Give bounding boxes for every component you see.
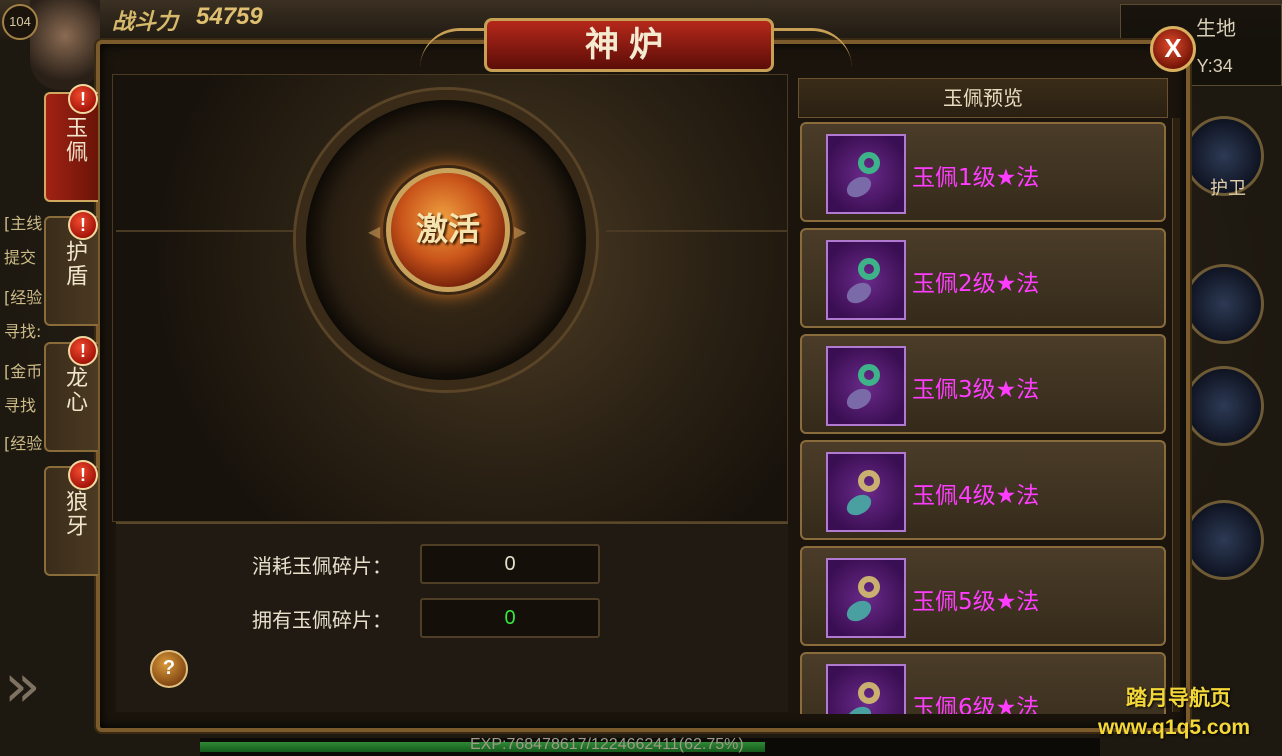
- tab-label: 龙心: [62, 366, 87, 414]
- alert-icon: !: [68, 210, 98, 240]
- quest-line[interactable]: 提交: [4, 244, 36, 268]
- arrow-right-ornament-icon: ▶: [514, 222, 527, 241]
- exp-text: EXP:768478617/1224662411(62.75%): [470, 736, 744, 753]
- watermark-url: www.q1q5.com: [1098, 716, 1251, 739]
- guard-label: 护卫: [1210, 178, 1246, 199]
- owned-fragments-label: 拥有玉佩碎片：: [252, 608, 392, 632]
- item-name: 玉佩3级★法: [912, 377, 1040, 403]
- quest-line[interactable]: [经验: [4, 430, 42, 454]
- decorative-line: [606, 230, 788, 232]
- preview-item[interactable]: 玉佩1级★法: [800, 122, 1166, 222]
- tab-label: 玉佩: [62, 116, 87, 164]
- item-name: 玉佩1级★法: [912, 165, 1040, 191]
- cost-fragments-label: 消耗玉佩碎片：: [252, 554, 392, 578]
- alert-icon: !: [68, 84, 98, 114]
- preview-item[interactable]: 玉佩2级★法: [800, 228, 1166, 328]
- combat-power-value: 54759: [196, 3, 263, 30]
- gold-pendant-icon: [826, 452, 906, 532]
- watermark-title: 踏月导航页: [1126, 686, 1231, 710]
- item-name: 玉佩4级★法: [912, 483, 1040, 509]
- expand-chevron-icon[interactable]: »: [4, 646, 56, 726]
- quest-line[interactable]: 寻找: [4, 392, 36, 416]
- tab-label: 狼牙: [62, 490, 87, 538]
- quest-line[interactable]: [主线: [4, 210, 42, 234]
- activate-button[interactable]: 激活: [386, 168, 510, 292]
- alert-icon: !: [68, 460, 98, 490]
- player-avatar[interactable]: [30, 0, 100, 90]
- gold-pendant-icon: [826, 664, 906, 714]
- quest-line[interactable]: [金币: [4, 358, 42, 382]
- quest-line[interactable]: [经验: [4, 284, 42, 308]
- jade-pendant-icon: [826, 240, 906, 320]
- item-name: 玉佩6级★法: [912, 695, 1040, 714]
- player-level-badge: 104: [2, 4, 38, 40]
- skill-slot-button[interactable]: [1184, 264, 1264, 344]
- cost-fragments-value: 0: [420, 544, 600, 584]
- item-name: 玉佩2级★法: [912, 271, 1040, 297]
- preview-header: 玉佩预览: [798, 78, 1168, 118]
- decorative-line: [116, 230, 296, 232]
- quest-line[interactable]: 寻找:: [4, 318, 41, 342]
- preview-item[interactable]: 玉佩5级★法: [800, 546, 1166, 646]
- preview-list[interactable]: 玉佩1级★法 玉佩2级★法 玉佩3级★法 玉佩4级★法 玉佩5级★法 玉佩6级★…: [798, 118, 1170, 714]
- lightning-skill-button[interactable]: [1184, 366, 1264, 446]
- preview-scrollbar[interactable]: [1172, 118, 1180, 712]
- item-name: 玉佩5级★法: [912, 589, 1040, 615]
- dialog-title: 神炉: [484, 18, 774, 72]
- preview-item[interactable]: 玉佩3级★法: [800, 334, 1166, 434]
- combat-power-label: 战斗力: [112, 9, 179, 34]
- alert-icon: !: [68, 336, 98, 366]
- arrow-left-ornament-icon: ◀: [368, 222, 381, 241]
- help-button[interactable]: ?: [150, 650, 188, 688]
- map-name: 生地: [1196, 16, 1236, 40]
- tab-label: 护盾: [62, 240, 87, 288]
- preview-item[interactable]: 玉佩4级★法: [800, 440, 1166, 540]
- jade-pendant-icon: [826, 134, 906, 214]
- owned-fragments-value: 0: [420, 598, 600, 638]
- jade-pendant-icon: [826, 346, 906, 426]
- preview-item[interactable]: 玉佩6级★法: [800, 652, 1166, 714]
- skill-slot-button[interactable]: [1184, 500, 1264, 580]
- gold-pendant-icon: [826, 558, 906, 638]
- close-button[interactable]: X: [1150, 26, 1196, 72]
